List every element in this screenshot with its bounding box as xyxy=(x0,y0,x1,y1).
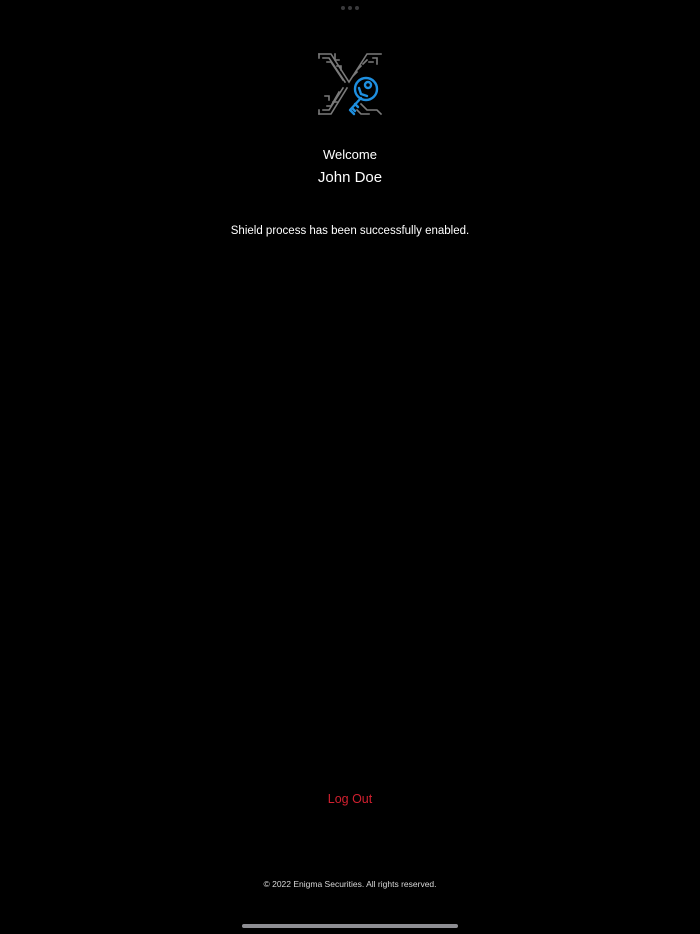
app-logo-icon xyxy=(318,53,383,116)
status-message: Shield process has been successfully ena… xyxy=(230,225,470,237)
home-indicator[interactable] xyxy=(242,924,458,928)
dot xyxy=(355,6,359,10)
app-screen: Welcome John Doe Shield process has been… xyxy=(0,0,700,934)
dot xyxy=(341,6,345,10)
logout-button[interactable]: Log Out xyxy=(322,790,378,808)
dot xyxy=(348,6,352,10)
multitasking-dots-icon[interactable] xyxy=(341,6,359,10)
welcome-label: Welcome xyxy=(323,147,377,162)
user-name: John Doe xyxy=(317,169,383,186)
copyright-footer: © 2022 Enigma Securities. All rights res… xyxy=(263,879,437,889)
